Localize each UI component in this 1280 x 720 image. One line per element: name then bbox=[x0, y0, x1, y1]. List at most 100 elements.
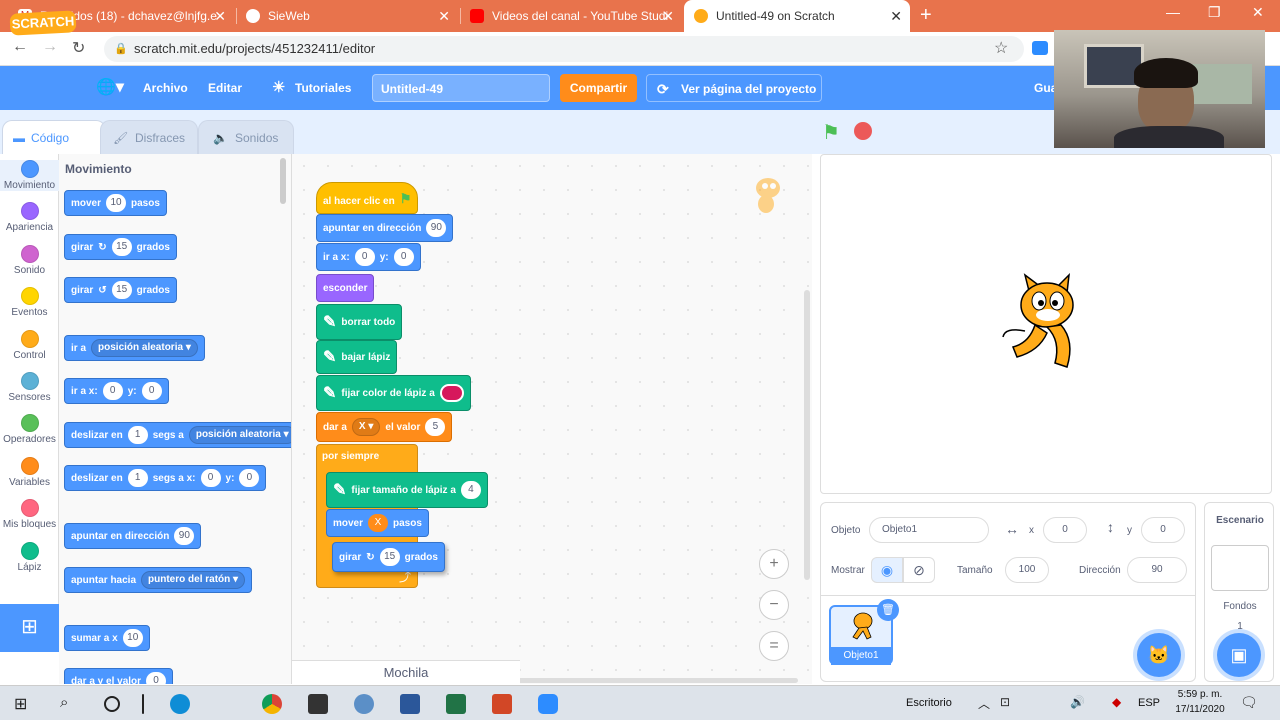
variable-reporter[interactable]: X bbox=[368, 514, 389, 532]
block-input[interactable]: 90 bbox=[426, 219, 447, 237]
tab-sounds[interactable]: 🔈 Sonidos bbox=[198, 120, 294, 154]
scratch-logo[interactable]: SCRATCH bbox=[9, 10, 77, 36]
category-variables[interactable]: Variables bbox=[0, 456, 59, 488]
workspace-hscrollbar[interactable] bbox=[478, 678, 798, 683]
block-dropdown[interactable]: puntero del ratón ▾ bbox=[141, 571, 246, 589]
block-hat-green-flag[interactable]: al hacer clic en ⚑ bbox=[316, 182, 419, 214]
block-apuntar-hacia[interactable]: apuntar hacia puntero del ratón ▾ bbox=[64, 567, 253, 593]
globe-icon[interactable]: 🌐▾ bbox=[96, 66, 124, 110]
tab-costumes[interactable]: 🖌 Disfraces bbox=[100, 120, 198, 154]
block-input[interactable]: 0 bbox=[239, 469, 260, 487]
delete-sprite-trash-icon[interactable]: 🗑 bbox=[877, 599, 899, 621]
tab-youtube[interactable]: Videos del canal - YouTube Studi ✕ bbox=[460, 0, 682, 32]
block-palette[interactable]: Movimiento mover 10 pasos girar ↻ 15 grados g… bbox=[59, 154, 292, 684]
category-eventos[interactable]: Eventos bbox=[0, 287, 59, 318]
tab-scratch[interactable]: Untitled-49 on Scratch ✕ bbox=[684, 0, 910, 32]
chrome-icon[interactable] bbox=[262, 694, 282, 714]
sprite-size-input[interactable]: 100 bbox=[1005, 557, 1049, 583]
add-sprite-cat-icon[interactable]: 🐱 bbox=[1137, 633, 1181, 677]
backdrop-thumbnail[interactable] bbox=[1211, 545, 1269, 591]
zoom-app-icon[interactable] bbox=[538, 694, 558, 714]
block-girar-izquierda[interactable]: girar ↺ 15 grados bbox=[64, 277, 177, 303]
close-icon[interactable]: ✕ bbox=[214, 8, 226, 25]
minimize-icon[interactable]: — bbox=[1166, 4, 1180, 20]
block-input[interactable]: 15 bbox=[379, 548, 400, 566]
show-visible-eye-icon[interactable]: ◉ bbox=[871, 557, 903, 583]
block-dropdown[interactable]: posición aleatoria ▾ bbox=[91, 339, 198, 357]
block-fijar-tamano-lapiz[interactable]: ✎ fijar tamaño de lápiz a 4 bbox=[326, 472, 488, 508]
block-borrar-todo[interactable]: ✎ borrar todo bbox=[316, 304, 403, 340]
zoom-extension-icon[interactable] bbox=[1032, 41, 1048, 55]
menu-archivo[interactable]: Archivo bbox=[143, 66, 188, 110]
block-input[interactable]: 0 bbox=[393, 248, 414, 266]
word-icon[interactable] bbox=[400, 694, 420, 714]
add-extension-button[interactable]: ⊞ bbox=[0, 604, 59, 652]
sprite-x-input[interactable]: 0 bbox=[1043, 517, 1087, 543]
block-input[interactable]: 4 bbox=[460, 481, 481, 499]
view-project-page-button[interactable]: ⟳ Ver página del proyecto bbox=[646, 74, 822, 102]
menu-editar[interactable]: Editar bbox=[208, 66, 242, 110]
zoom-out-button[interactable]: − bbox=[759, 590, 789, 620]
category-movimiento[interactable]: Movimiento bbox=[0, 160, 59, 191]
bookmark-star-icon[interactable]: ☆ bbox=[994, 38, 1008, 58]
hide-eye-icon[interactable]: ⊘ bbox=[903, 557, 935, 583]
green-flag-button[interactable]: ⚑ bbox=[822, 120, 840, 145]
tab-code[interactable]: ▬ Código bbox=[2, 120, 106, 154]
excel-icon[interactable] bbox=[446, 694, 466, 714]
url-input[interactable]: scratch.mit.edu/projects/451232411/edito… bbox=[104, 36, 1024, 62]
sprite-name-input[interactable]: Objeto1 bbox=[869, 517, 989, 543]
workspace-scrollbar[interactable] bbox=[804, 290, 810, 580]
block-ir-a-xy[interactable]: ir a x: 0 y: 0 bbox=[64, 378, 169, 404]
language-indicator[interactable]: ESP bbox=[1138, 697, 1160, 709]
reload-icon[interactable]: ↻ bbox=[72, 38, 85, 58]
block-input[interactable]: 90 bbox=[174, 527, 195, 545]
search-icon[interactable]: ⌕ bbox=[60, 694, 80, 714]
block-apuntar-direccion[interactable]: apuntar en dirección 90 bbox=[316, 214, 454, 242]
category-apariencia[interactable]: Apariencia bbox=[0, 202, 59, 233]
app-icon[interactable] bbox=[354, 694, 374, 714]
block-dropdown[interactable]: posición aleatoria ▾ bbox=[188, 426, 291, 444]
network-icon[interactable]: ⊡ bbox=[1000, 695, 1010, 709]
block-fijar-color-lapiz[interactable]: ✎ fijar color de lápiz a bbox=[316, 375, 471, 411]
forward-icon[interactable]: → bbox=[42, 38, 58, 56]
close-icon[interactable]: ✕ bbox=[438, 8, 450, 25]
tray-chevron-icon[interactable]: ︿ bbox=[978, 695, 990, 712]
notifications-icon[interactable]: 🗨 bbox=[1240, 694, 1258, 711]
block-input[interactable]: 5 bbox=[425, 418, 446, 436]
close-icon[interactable]: ✕ bbox=[662, 8, 674, 25]
pen-color-swatch[interactable] bbox=[439, 384, 464, 402]
block-input[interactable]: 0 bbox=[200, 469, 221, 487]
block-input[interactable]: 0 bbox=[146, 672, 167, 684]
sprite-direction-input[interactable]: 90 bbox=[1127, 557, 1187, 583]
new-tab-button[interactable]: + bbox=[920, 4, 932, 27]
block-input[interactable]: 15 bbox=[111, 238, 132, 256]
powerpoint-icon[interactable] bbox=[492, 694, 512, 714]
edge-icon[interactable] bbox=[170, 694, 190, 714]
block-mover-variable[interactable]: mover Xpasos bbox=[326, 509, 429, 537]
block-input[interactable]: 1 bbox=[127, 469, 148, 487]
stage-canvas[interactable] bbox=[820, 154, 1272, 494]
block-input[interactable]: 10 bbox=[122, 629, 143, 647]
block-esconder[interactable]: esconder bbox=[316, 274, 375, 302]
project-title-input[interactable]: Untitled-49 bbox=[372, 74, 550, 102]
block-input[interactable]: 0 bbox=[141, 382, 162, 400]
back-icon[interactable]: ← bbox=[12, 38, 28, 56]
menu-tutoriales[interactable]: Tutoriales bbox=[295, 66, 351, 110]
sprite-y-input[interactable]: 0 bbox=[1141, 517, 1185, 543]
block-input[interactable]: 15 bbox=[111, 281, 132, 299]
cat-sprite[interactable] bbox=[999, 272, 1095, 373]
code-workspace[interactable]: al hacer clic en ⚑ apuntar en dirección 90… bbox=[292, 154, 812, 684]
block-deslizar-xy[interactable]: deslizar en 1 segs a x: 0 y: 0 bbox=[64, 465, 267, 491]
tab-sieweb[interactable]: SieWeb ✕ bbox=[236, 0, 458, 32]
clock-time[interactable]: 5:59 p. m. bbox=[1170, 689, 1230, 700]
share-button[interactable]: Compartir bbox=[560, 74, 637, 102]
block-ir-a-xy[interactable]: ir a x: 0 y: 0 bbox=[316, 243, 421, 271]
category-mis-bloques[interactable]: Mis bloques bbox=[0, 499, 59, 530]
clock-date[interactable]: 17/11/2020 bbox=[1170, 704, 1230, 715]
block-input[interactable]: 0 bbox=[354, 248, 375, 266]
windows-start-icon[interactable]: ⊞ bbox=[14, 694, 34, 714]
block-dar-a-variable[interactable]: dar a X ▾ el valor 5 bbox=[316, 412, 453, 442]
block-dar-a-y[interactable]: dar a y el valor 0 bbox=[64, 668, 174, 684]
task-view-icon[interactable] bbox=[142, 694, 144, 714]
zoom-in-button[interactable]: + bbox=[759, 549, 789, 579]
